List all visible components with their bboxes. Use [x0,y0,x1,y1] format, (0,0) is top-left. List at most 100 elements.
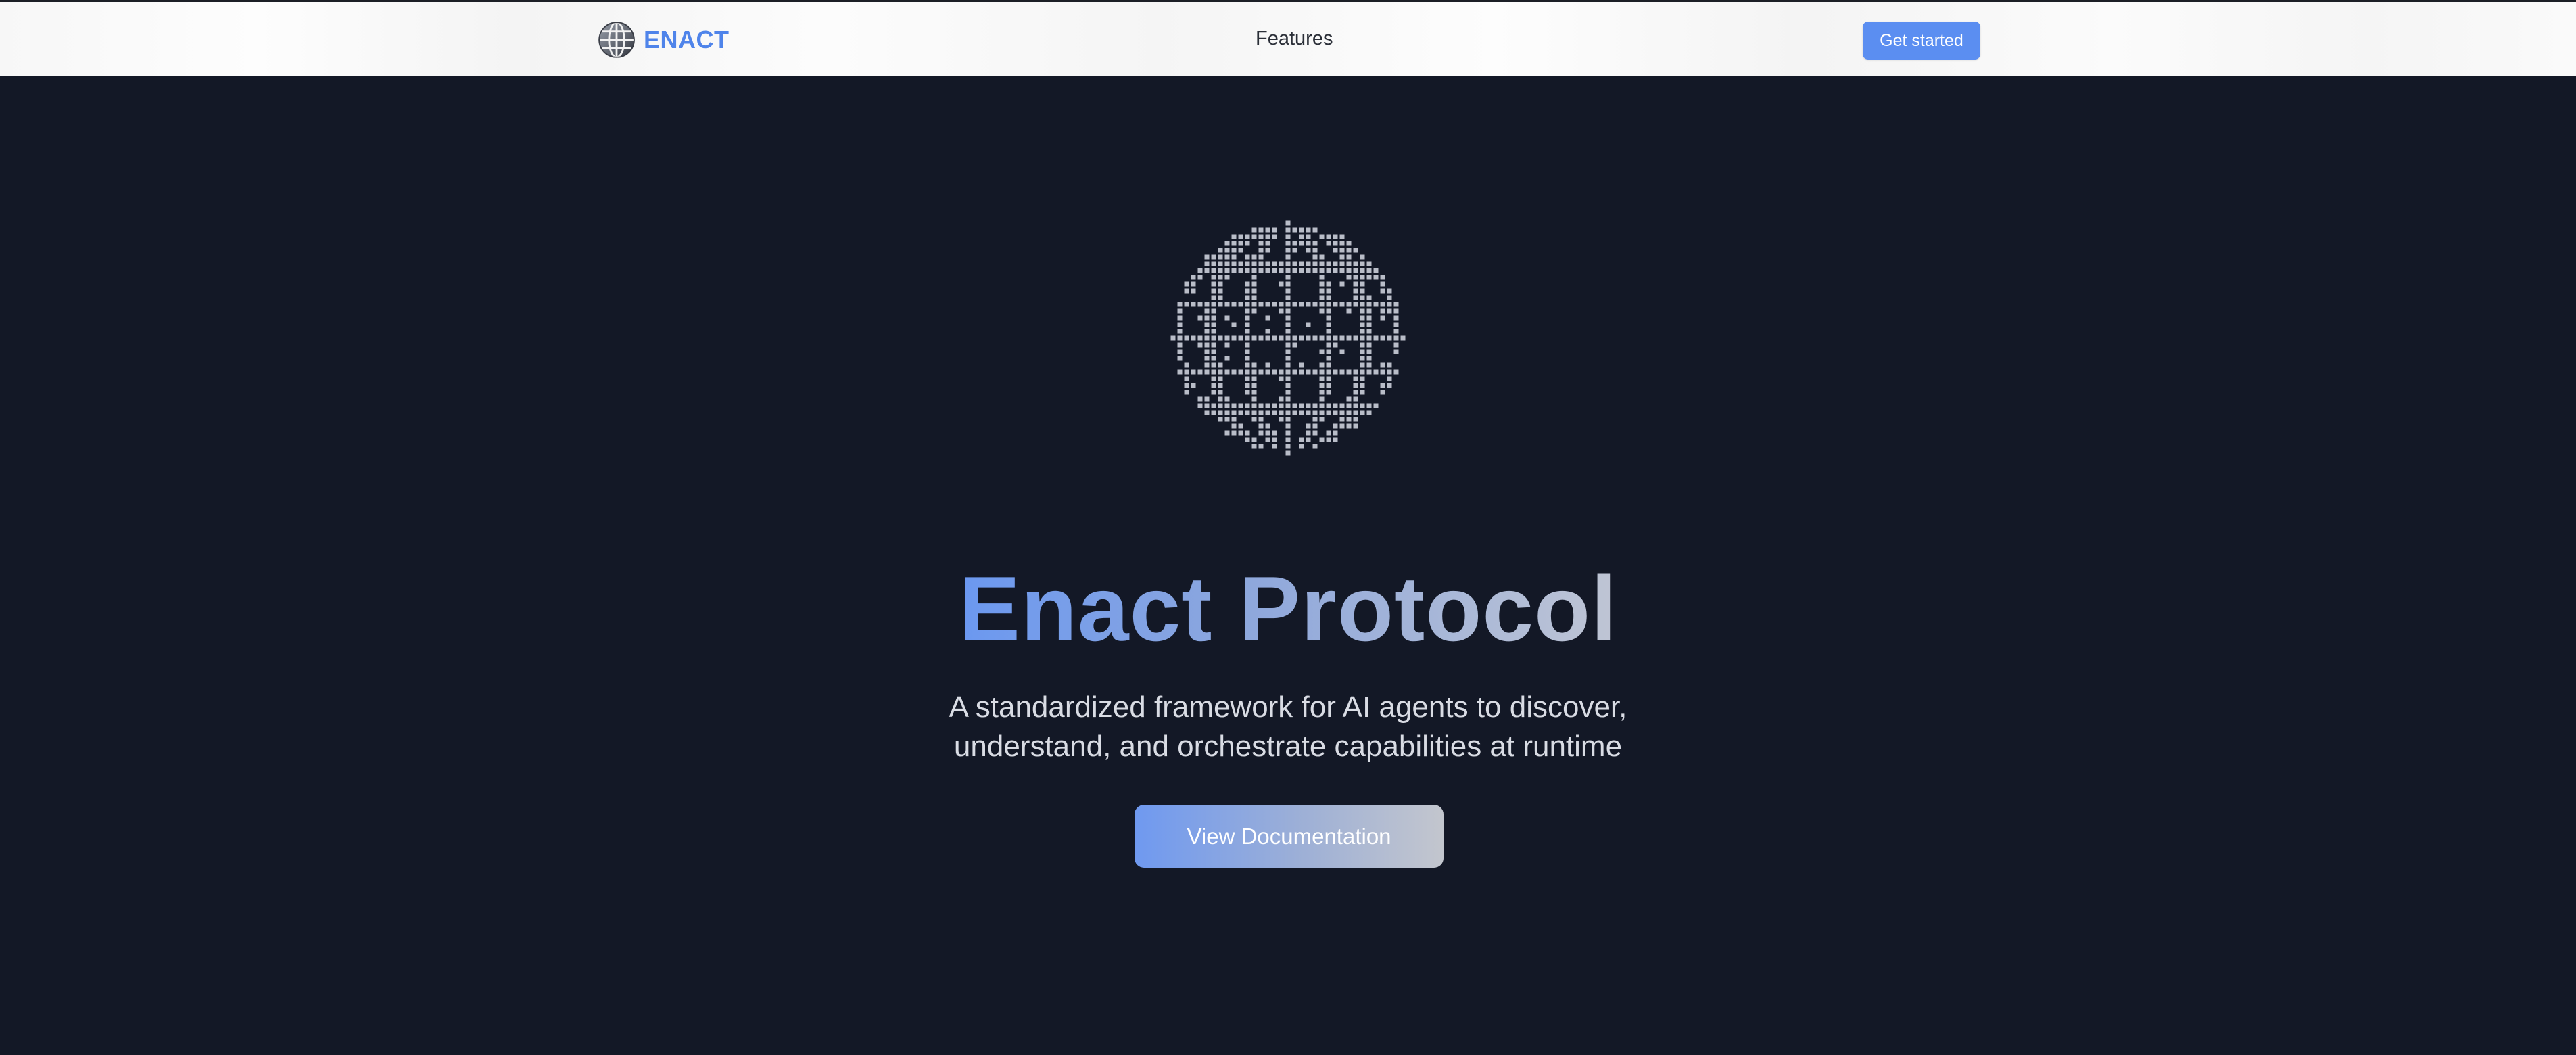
globe-pixel [1319,335,1325,341]
globe-pixel [1265,369,1270,375]
globe-pixel [1265,410,1270,415]
globe-pixel [1251,308,1257,314]
globe-pixel [1177,342,1183,348]
globe-pixel [1177,356,1183,361]
globe-pixel [1366,356,1372,361]
globe-pixel [1231,268,1237,273]
globe-pixel [1251,383,1257,388]
globe-pixel [1251,281,1257,287]
globe-pixel [1353,396,1358,402]
globe-pixel [1306,335,1311,341]
globe-pixel [1231,423,1237,429]
globe-pixel [1380,315,1385,321]
globe-pixel [1292,261,1297,266]
globe-pixel [1319,403,1325,408]
globe-pixel [1312,369,1318,375]
globe-pixel [1319,383,1325,388]
globe-pixel [1285,335,1291,341]
globe-pixel [1251,403,1257,408]
globe-pixel [1333,437,1338,442]
globe-pixel [1366,268,1372,273]
globe-pixel [1339,281,1345,287]
globe-pixel [1319,275,1325,280]
globe-pixel [1251,295,1257,300]
globe-pixel [1218,390,1223,395]
hero-title-text: Enact Protocol [959,557,1617,660]
globe-pixel [1204,302,1210,307]
globe-pixel [1306,261,1311,266]
hero-subtitle-line: A standardized framework for AI agents t… [949,690,1627,724]
globe-pixel [1346,410,1352,415]
globe-pixel [1326,349,1331,354]
globe-pixel [1339,369,1345,375]
globe-pixel [1366,302,1372,307]
globe-pixel [1285,227,1291,233]
globe-pixel [1366,329,1372,334]
globe-pixel [1285,383,1291,388]
globe-pixel [1373,403,1379,408]
globe-pixel [1292,342,1297,348]
globe-pixel [1177,315,1183,321]
globe-pixel [1333,369,1338,375]
globe-pixel [1285,410,1291,415]
globe-pixel [1387,302,1392,307]
globe-pixel [1387,295,1392,300]
globe-pixel [1238,261,1243,266]
globe-pixel [1326,410,1331,415]
globe-pixel [1339,261,1345,266]
globe-pixel [1360,288,1365,294]
view-documentation-button[interactable]: View Documentation [1135,805,1444,868]
globe-pixel [1231,410,1237,415]
globe-pixel [1299,362,1304,368]
globe-pixel [1285,349,1291,354]
globe-pixel [1218,362,1223,368]
globe-pixel [1333,261,1338,266]
globe-pixel [1258,417,1264,422]
globe-pixel [1245,390,1250,395]
globe-pixel [1319,396,1325,402]
globe-pixel [1292,248,1297,253]
globe-pixel [1326,362,1331,368]
globe-pixel [1360,356,1365,361]
globe-pixel [1184,281,1189,287]
globe-pixel [1299,444,1304,449]
globe-pixel [1285,417,1291,422]
globe-pixel [1346,268,1352,273]
globe-pixel [1265,234,1270,239]
brand-home-link[interactable]: ENACT [598,20,730,60]
globe-pixel [1251,390,1257,395]
globe-pixel [1312,403,1318,408]
globe-pixel [1204,268,1210,273]
globe-pixel [1312,261,1318,266]
globe-pixel [1326,356,1331,361]
nav-link-features[interactable]: Features [1256,28,1333,50]
globe-pixel [1285,376,1291,381]
globe-pixel [1346,423,1352,429]
globe-pixel [1312,423,1318,429]
globe-pixel [1312,248,1318,253]
globe-pixel [1218,248,1223,253]
globe-pixel [1306,410,1311,415]
globe-pixel [1360,362,1365,368]
globe-pixel [1251,254,1257,260]
globe-pixel [1265,423,1270,429]
globe-pixel [1231,403,1237,408]
globe-pixel [1272,410,1277,415]
globe-pixel [1238,335,1243,341]
globe-pixel [1265,227,1270,233]
get-started-button[interactable]: Get started [1863,22,1980,60]
globe-pixel [1306,227,1311,233]
globe-pixel [1346,417,1352,422]
globe-pixel [1204,362,1210,368]
globe-pixel [1339,234,1345,239]
globe-pixel [1326,261,1331,266]
globe-pixel [1245,268,1250,273]
globe-pixel [1292,268,1297,273]
globe-pixel [1265,362,1270,368]
globe-pixel [1184,302,1189,307]
globe-pixel [1387,335,1392,341]
globe-pixel [1258,335,1264,341]
globe-pixel [1265,430,1270,436]
globe-pixel [1319,417,1325,422]
globe-pixel [1191,335,1196,341]
